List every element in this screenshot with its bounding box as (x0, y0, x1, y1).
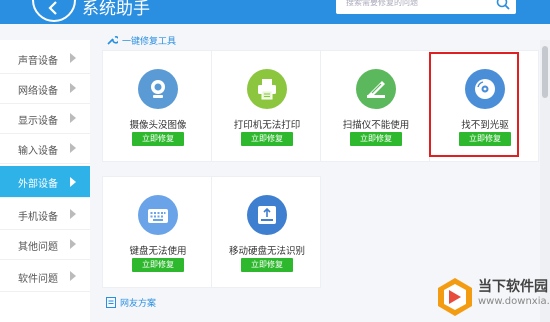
sidebar-item-software[interactable]: 软件问题 (0, 262, 90, 292)
card-title: 移动硬盘无法识别 (228, 246, 305, 257)
sidebar-item-input[interactable]: 输入设备 (0, 134, 90, 164)
logo-icon (438, 278, 472, 316)
scroll-thumb[interactable] (542, 46, 548, 98)
chevron-right-icon (70, 239, 76, 249)
repair-card-keyboard[interactable]: 键盘无法使用 立即修复 (102, 176, 212, 288)
fix-button[interactable]: 立即修复 (241, 258, 293, 272)
highlight-box (429, 52, 519, 157)
section-title: 一键修复工具 (106, 34, 176, 47)
wrench-icon (107, 36, 120, 45)
sidebar-item-label: 显示设备 (18, 116, 58, 127)
watermark-title: 当下软件园 (478, 279, 548, 295)
chevron-right-icon (70, 209, 76, 219)
sidebar-item-mobile[interactable]: 手机设备 (0, 200, 90, 230)
section-title-text: 一键修复工具 (122, 37, 177, 47)
chevron-right-icon (70, 83, 76, 93)
fix-button[interactable]: 立即修复 (132, 258, 184, 272)
camera-icon (138, 69, 178, 109)
watermark-url: www.downxia.com (478, 296, 550, 307)
card-title: 摄像头没图像 (129, 120, 187, 131)
sidebar-item-other[interactable]: 其他问题 (0, 230, 90, 260)
chevron-right-icon (70, 113, 76, 123)
hard-drive-icon (247, 195, 287, 235)
repair-card-hard-drive[interactable]: 移动硬盘无法识别 立即修复 (211, 176, 321, 288)
back-button[interactable] (32, 0, 76, 22)
chevron-right-icon (70, 143, 76, 153)
repair-card-camera[interactable]: 摄像头没图像 立即修复 (102, 50, 212, 162)
sidebar-item-label: 手机设备 (18, 212, 58, 223)
sidebar-item-label: 其他问题 (18, 242, 58, 253)
sidebar-item-external[interactable]: 外部设备 (0, 166, 90, 198)
chevron-right-icon (70, 271, 76, 281)
printer-icon (247, 69, 287, 109)
repair-card-scanner[interactable]: 扫描仪不能使用 立即修复 (320, 50, 430, 162)
card-title: 打印机无法打印 (233, 120, 301, 131)
search-icon[interactable] (496, 0, 510, 10)
keyboard-icon (138, 195, 178, 235)
user-solutions-link[interactable]: 网友方案 (106, 296, 156, 309)
arrow-left-icon (48, 1, 57, 15)
sidebar-item-label: 网络设备 (18, 86, 58, 97)
sidebar-item-network[interactable]: 网络设备 (0, 74, 90, 104)
watermark: 当下软件园 www.downxia.com (436, 270, 550, 322)
fix-button[interactable]: 立即修复 (350, 132, 402, 146)
sidebar-item-sound[interactable]: 声音设备 (0, 44, 90, 74)
search-placeholder: 搜索需要修复的问题 (346, 0, 418, 7)
scanner-icon (356, 69, 396, 109)
sidebar-item-label: 外部设备 (18, 179, 58, 190)
fix-button[interactable]: 立即修复 (241, 132, 293, 146)
repair-card-printer[interactable]: 打印机无法打印 立即修复 (211, 50, 321, 162)
sidebar-item-label: 输入设备 (18, 146, 58, 157)
sidebar-item-label: 软件问题 (18, 274, 58, 285)
card-title: 键盘无法使用 (129, 246, 187, 257)
bottom-link-text: 网友方案 (120, 299, 157, 309)
search-input[interactable]: 搜索需要修复的问题 (336, 0, 516, 14)
app-title: 系统助手 (82, 0, 150, 19)
sidebar-item-label: 声音设备 (18, 56, 58, 67)
title-bar: 系统助手 搜索需要修复的问题 (0, 0, 550, 24)
fix-button[interactable]: 立即修复 (132, 132, 184, 146)
sidebar: 声音设备 网络设备 显示设备 输入设备 外部设备 手机设备 其他问题 软件问题 (0, 40, 90, 322)
document-icon (106, 297, 116, 308)
chevron-right-icon (70, 53, 76, 63)
card-title: 扫描仪不能使用 (342, 120, 410, 131)
chevron-right-icon (70, 177, 76, 187)
sidebar-item-display[interactable]: 显示设备 (0, 104, 90, 134)
